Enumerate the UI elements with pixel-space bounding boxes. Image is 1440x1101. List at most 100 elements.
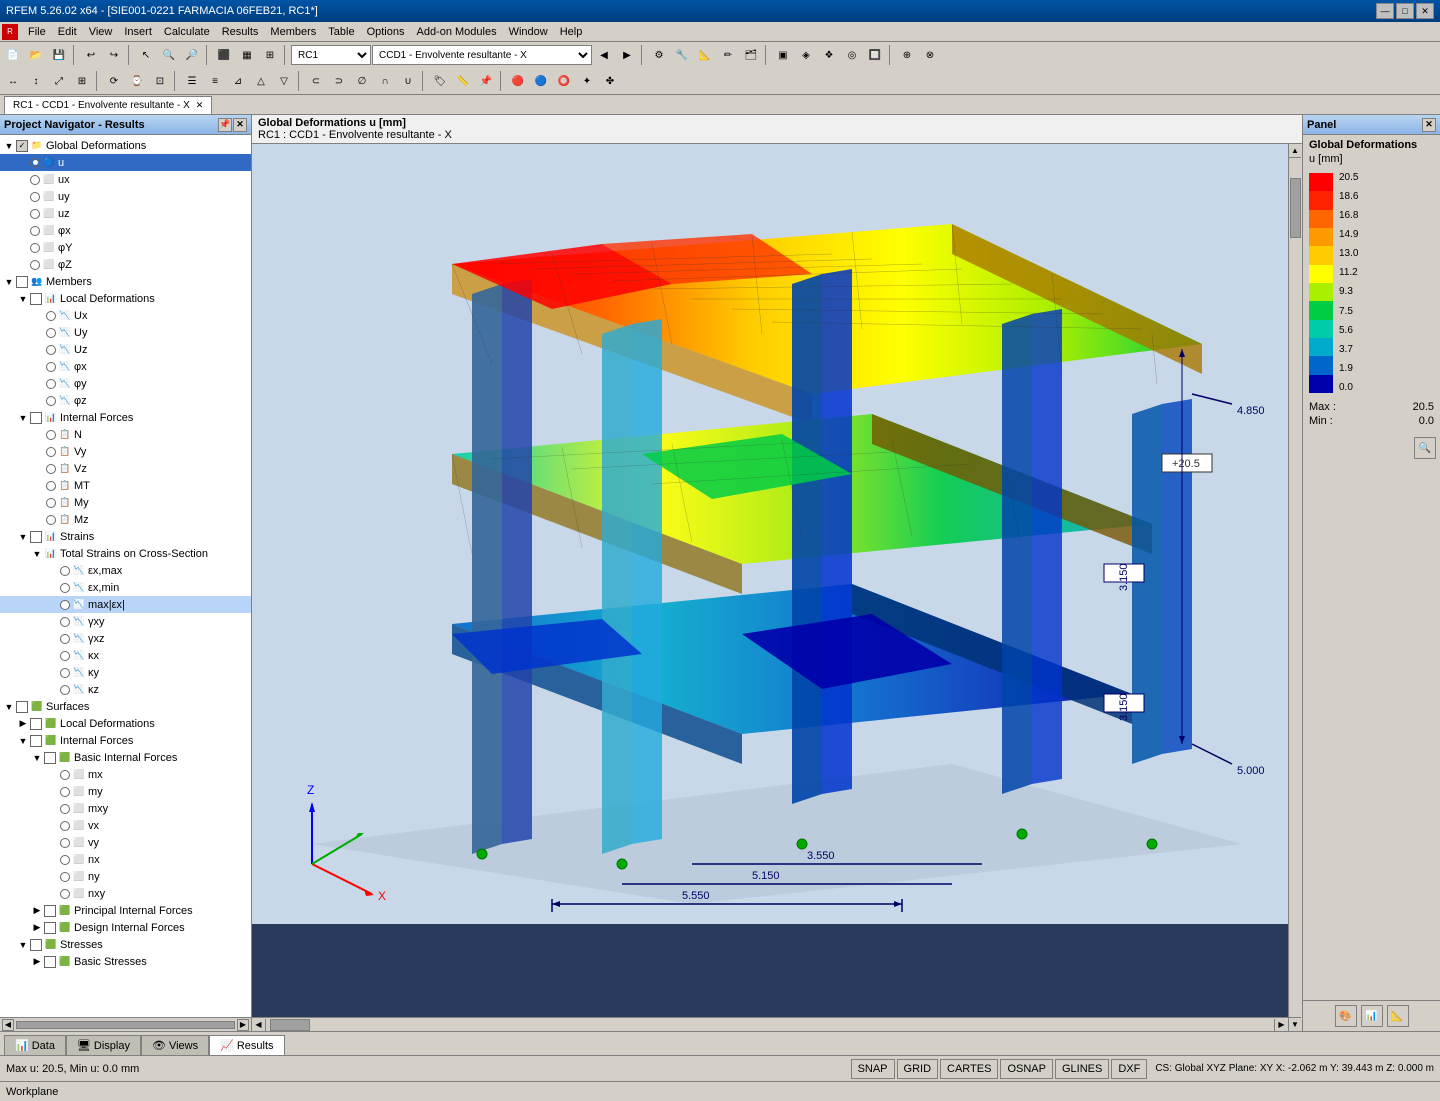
checkbox-principal-if[interactable] [44,905,56,917]
zoom-icon-btn[interactable]: 🔍 [1414,437,1436,459]
tb-icon-2[interactable]: 🔧 [671,44,693,66]
menu-insert[interactable]: Insert [118,25,158,39]
tb2-19[interactable]: 📏 [452,70,474,92]
scrollbar-vertical[interactable]: ▲ ▼ [1288,144,1302,1031]
radio-m-phix[interactable] [46,362,56,372]
menu-edit[interactable]: Edit [52,25,83,39]
cartes-btn[interactable]: CARTES [940,1059,998,1079]
tb-nav-prev[interactable]: ◀ [593,44,615,66]
tb2-24[interactable]: ✦ [576,70,598,92]
expand-total-strains[interactable]: ▼ [30,547,44,561]
navigator-close[interactable]: ✕ [233,118,247,132]
checkbox-strains[interactable] [30,531,42,543]
rc-combo[interactable]: RC1 [291,45,371,65]
tree-kz[interactable]: 📉 κz [0,681,251,698]
tree-phix[interactable]: ⬜ φx [0,222,251,239]
panel-icon-1[interactable]: 🎨 [1335,1005,1357,1027]
radio-phix[interactable] [30,226,40,236]
tb-zoom-out[interactable]: 🔎 [181,44,203,66]
menu-results[interactable]: Results [216,25,265,39]
radio-s-vx[interactable] [60,821,70,831]
tb-icon-9[interactable]: ◎ [841,44,863,66]
tb2-18[interactable]: 🏷 [429,70,451,92]
radio-phiy[interactable] [30,243,40,253]
tb2-6[interactable]: ⌚ [126,70,148,92]
tb2-9[interactable]: ≡ [204,70,226,92]
panel-close[interactable]: ✕ [1422,118,1436,132]
result-combo[interactable]: CCD1 - Envolvente resultante - X [372,45,592,65]
expand-members[interactable]: ▼ [2,275,16,289]
tb-icon-7[interactable]: ◈ [795,44,817,66]
tb-view-3d[interactable]: ⬛ [213,44,235,66]
expand-local-def[interactable]: ▼ [16,292,30,306]
tree-ex-min[interactable]: 📉 εx,min [0,579,251,596]
menu-window[interactable]: Window [503,25,554,39]
tree-phiy[interactable]: ⬜ φY [0,239,251,256]
tree-local-def[interactable]: ▼ 📊 Local Deformations [0,290,251,307]
expand-stresses[interactable]: ▼ [16,938,30,952]
checkbox-members[interactable] [16,276,28,288]
tb-view-top[interactable]: ⊞ [259,44,281,66]
tree-internal-forces-members[interactable]: ▼ 📊 Internal Forces [0,409,251,426]
radio-yxz[interactable] [60,634,70,644]
radio-m-phiy[interactable] [46,379,56,389]
tb2-25[interactable]: ✤ [599,70,621,92]
scroll-right[interactable]: ▶ [237,1019,249,1031]
tree-s-internal-forces[interactable]: ▼ 🟩 Internal Forces [0,732,251,749]
tb2-3[interactable]: ⤢ [48,70,70,92]
tree-MT[interactable]: 📋 MT [0,477,251,494]
tb2-7[interactable]: ⊡ [149,70,171,92]
tree-yxy[interactable]: 📉 γxy [0,613,251,630]
glines-btn[interactable]: GLINES [1055,1059,1109,1079]
panel-icon-3[interactable]: 📐 [1387,1005,1409,1027]
tb2-16[interactable]: ∩ [374,70,396,92]
osnap-btn[interactable]: OSNAP [1000,1059,1053,1079]
radio-s-nxy[interactable] [60,889,70,899]
tree-stresses[interactable]: ▼ 🟩 Stresses [0,936,251,953]
tb-save[interactable]: 💾 [48,44,70,66]
radio-u[interactable] [30,158,40,168]
tb2-14[interactable]: ⊃ [328,70,350,92]
radio-Vz[interactable] [46,464,56,474]
tree-yxz[interactable]: 📉 γxz [0,630,251,647]
checkbox-local-def[interactable] [30,293,42,305]
radio-MT[interactable] [46,481,56,491]
radio-ky[interactable] [60,668,70,678]
navigator-pin[interactable]: 📌 [218,118,232,132]
tb2-1[interactable]: ↔ [2,70,24,92]
expand-s-local-def[interactable]: ▶ [16,717,30,731]
scrollbar-horizontal[interactable]: ◀ ▶ [252,1017,1288,1031]
tree-uz[interactable]: ⬜ uz [0,205,251,222]
tree-principal-if[interactable]: ▶ 🟩 Principal Internal Forces [0,902,251,919]
radio-s-nx[interactable] [60,855,70,865]
tree-m-uy[interactable]: 📉 Uy [0,324,251,341]
tree-Vy[interactable]: 📋 Vy [0,443,251,460]
checkbox-s-local-def[interactable] [30,718,42,730]
tree-m-phix[interactable]: 📉 φx [0,358,251,375]
radio-phiz[interactable] [30,260,40,270]
expand-strains[interactable]: ▼ [16,530,30,544]
radio-s-vy[interactable] [60,838,70,848]
menu-addons[interactable]: Add-on Modules [410,25,502,39]
expand-basic-if[interactable]: ▼ [30,751,44,765]
tree-global-deformations[interactable]: ▼ ✓ 📁 Global Deformations [0,137,251,154]
expand-design-if[interactable]: ▶ [30,921,44,935]
tb2-4[interactable]: ⊞ [71,70,93,92]
tb2-13[interactable]: ⊂ [305,70,327,92]
3d-viewport[interactable]: +20.5 5.550 5.150 3.550 3.150 [252,144,1302,1031]
radio-Vy[interactable] [46,447,56,457]
tb-view-front[interactable]: ▦ [236,44,258,66]
tb-icon-11[interactable]: ⊕ [896,44,918,66]
tb-undo[interactable]: ↩ [80,44,102,66]
radio-uy[interactable] [30,192,40,202]
expand-if-members[interactable]: ▼ [16,411,30,425]
tree-m-phiy[interactable]: 📉 φy [0,375,251,392]
tree-My[interactable]: 📋 My [0,494,251,511]
tb2-12[interactable]: ▽ [273,70,295,92]
tb-new[interactable]: 📄 [2,44,24,66]
tree-s-nx[interactable]: ⬜ nx [0,851,251,868]
tb-open[interactable]: 📂 [25,44,47,66]
tree-s-vy[interactable]: ⬜ vy [0,834,251,851]
radio-ex-max[interactable] [60,566,70,576]
tb-select[interactable]: ↖ [135,44,157,66]
